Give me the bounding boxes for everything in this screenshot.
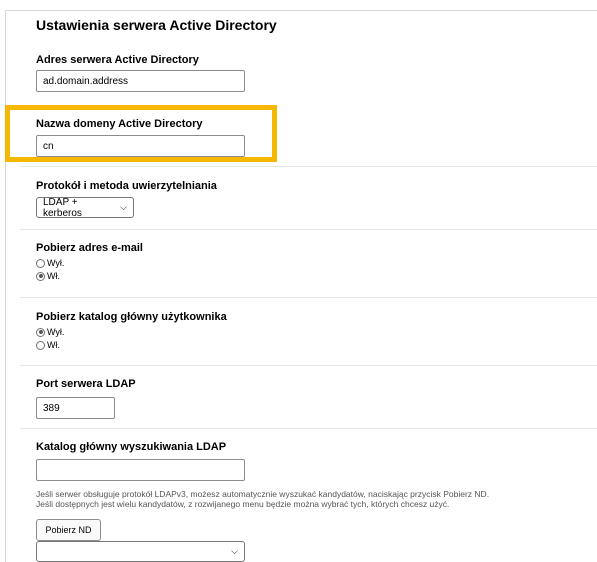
help-line: Jeśli dostępnych jest wielu kandydatów, … bbox=[36, 499, 450, 509]
ldap-search-root-label: Katalog główny wyszukiwania LDAP bbox=[36, 441, 227, 453]
server-address-label: Adres serwera Active Directory bbox=[36, 54, 199, 66]
separator bbox=[20, 229, 597, 230]
get-home-dir-off-radio[interactable]: Wył. bbox=[36, 327, 64, 337]
radio-checked-icon[interactable] bbox=[36, 327, 45, 337]
chevron-down-icon: ⌵ bbox=[120, 202, 127, 212]
panel-left-border bbox=[5, 10, 6, 562]
radio-unchecked-icon[interactable] bbox=[36, 258, 45, 268]
get-email-off-radio[interactable]: Wył. bbox=[36, 258, 64, 268]
dn-candidates-select[interactable]: ⌵ bbox=[36, 541, 245, 562]
radio-label: Wł. bbox=[47, 271, 60, 281]
separator bbox=[20, 365, 597, 366]
auth-method-label: Protokół i metoda uwierzytelniania bbox=[36, 180, 217, 192]
separator bbox=[20, 166, 597, 167]
auth-method-select[interactable]: LDAP + kerberos ⌵ bbox=[36, 196, 134, 219]
radio-checked-icon[interactable] bbox=[36, 271, 45, 281]
separator bbox=[20, 428, 597, 429]
chevron-down-icon: ⌵ bbox=[231, 546, 238, 556]
ldap-search-root-input[interactable] bbox=[36, 459, 245, 481]
highlight-frame bbox=[5, 105, 277, 162]
radio-label: Wł. bbox=[47, 340, 60, 350]
server-address-input[interactable] bbox=[36, 70, 245, 92]
get-email-label: Pobierz adres e-mail bbox=[36, 242, 143, 254]
auth-method-value: LDAP + kerberos bbox=[43, 196, 82, 219]
ldap-help-text: Jeśli serwer obsługuje protokół LDAPv3, … bbox=[36, 489, 591, 509]
separator bbox=[20, 297, 597, 298]
page-title: Ustawienia serwera Active Directory bbox=[36, 17, 277, 33]
radio-label: Wył. bbox=[47, 327, 65, 337]
fetch-dn-button[interactable]: Pobierz ND bbox=[36, 519, 101, 541]
get-email-on-radio[interactable]: Wł. bbox=[36, 271, 60, 281]
radio-unchecked-icon[interactable] bbox=[36, 340, 45, 350]
get-home-dir-label: Pobierz katalog główny użytkownika bbox=[36, 311, 227, 323]
help-line: Jeśli serwer obsługuje protokół LDAPv3, … bbox=[36, 489, 490, 499]
get-home-dir-on-radio[interactable]: Wł. bbox=[36, 340, 60, 350]
ldap-port-input[interactable] bbox=[36, 397, 115, 419]
ldap-port-label: Port serwera LDAP bbox=[36, 378, 136, 390]
radio-label: Wył. bbox=[47, 258, 65, 268]
panel-top-border bbox=[5, 10, 597, 11]
